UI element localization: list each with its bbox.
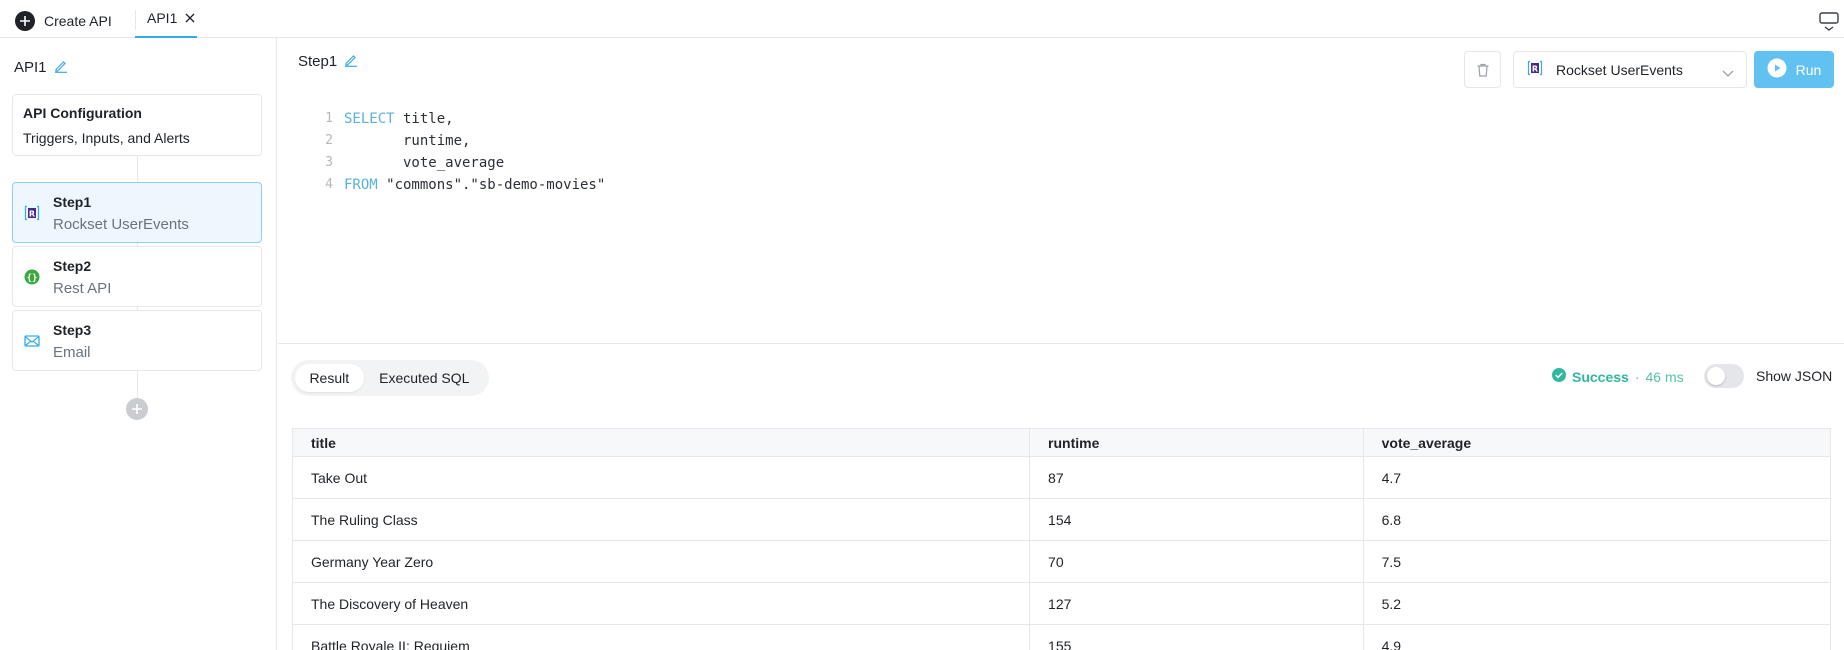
code-line: 3 vote_average <box>278 152 1278 174</box>
step-name: Step3 <box>53 322 92 338</box>
show-json-label: Show JSON <box>1756 368 1833 384</box>
table-cell: 155 <box>1030 625 1364 650</box>
run-status: Success · 46 ms <box>1552 368 1684 385</box>
line-number: 1 <box>325 111 333 126</box>
table-row[interactable]: Battle Royale II: Requiem 155 4.9 <box>293 625 1830 650</box>
table-row[interactable]: The Ruling Class 154 6.8 <box>293 499 1830 541</box>
sidebar-step-1[interactable]: R Step1 Rockset UserEvents <box>12 182 262 243</box>
status-text: Success <box>1572 368 1629 385</box>
tab-label: API1 <box>147 10 178 26</box>
step-source: Email <box>53 344 91 361</box>
plus-icon <box>15 11 35 31</box>
table-cell: 154 <box>1030 499 1364 540</box>
sidebar-step-3[interactable]: Step3 Email <box>12 310 262 371</box>
trash-icon <box>1477 63 1488 77</box>
sidebar: API1 API Configuration Triggers, Inputs,… <box>0 38 277 650</box>
close-icon[interactable] <box>184 12 196 24</box>
table-cell: Germany Year Zero <box>293 541 1031 582</box>
code-line: 4 FROM "commons"."sb-demo-movies" <box>278 174 1278 196</box>
panel-toggle-icon[interactable] <box>1818 10 1840 32</box>
table-row[interactable]: Germany Year Zero 70 7.5 <box>293 541 1830 583</box>
check-circle-icon <box>1552 368 1566 385</box>
code-text: title, <box>394 111 454 127</box>
chevron-down-icon <box>1722 65 1734 81</box>
rockset-icon: R <box>24 205 40 221</box>
show-json-toggle[interactable] <box>1704 364 1744 388</box>
result-tabs: Result Executed SQL <box>291 360 489 396</box>
svg-text:R: R <box>29 210 35 219</box>
connector-line <box>137 371 138 398</box>
tab-result[interactable]: Result <box>295 364 364 392</box>
status-duration: 46 ms <box>1645 368 1684 385</box>
play-icon <box>1767 58 1787 81</box>
table-cell: 87 <box>1030 457 1364 498</box>
code-line: 1 SELECT title, <box>278 108 1278 130</box>
run-button[interactable]: Run <box>1754 51 1834 88</box>
svg-text:{}: {} <box>27 273 38 283</box>
svg-text:R: R <box>1532 65 1538 74</box>
table-cell: 4.7 <box>1381 469 1402 486</box>
tab-executed-sql[interactable]: Executed SQL <box>364 364 485 392</box>
step-name: Step1 <box>53 194 92 210</box>
table-cell: 4.9 <box>1381 637 1402 650</box>
line-number: 3 <box>325 155 333 170</box>
add-step-button[interactable] <box>126 398 148 420</box>
step-name: Step2 <box>53 258 92 274</box>
code-text: vote_average <box>344 155 505 171</box>
table-cell: The Ruling Class <box>293 499 1031 540</box>
rockset-icon: R <box>1527 60 1543 79</box>
api-configuration-card[interactable]: API Configuration Triggers, Inputs, and … <box>12 94 262 156</box>
table-row[interactable]: The Discovery of Heaven 127 5.2 <box>293 583 1830 625</box>
create-api-label: Create API <box>44 13 112 29</box>
delete-step-button[interactable] <box>1464 51 1501 88</box>
api-configuration-title: API Configuration <box>23 105 142 121</box>
email-icon <box>24 333 40 349</box>
table-cell: 70 <box>1030 541 1364 582</box>
sql-editor[interactable]: 1 SELECT title, 2 runtime, 3 vote_averag… <box>278 108 1278 196</box>
tab-api1[interactable]: API1 <box>135 0 197 38</box>
code-line: 2 runtime, <box>278 130 1278 152</box>
step-source: Rest API <box>53 280 112 297</box>
table-cell: 5.2 <box>1381 595 1402 612</box>
status-separator: · <box>1634 368 1640 385</box>
step-source: Rockset UserEvents <box>53 216 189 233</box>
table-cell: Battle Royale II: Requiem <box>293 625 1031 650</box>
table-row[interactable]: Take Out 87 4.7 <box>293 457 1830 499</box>
data-source-select[interactable]: R Rockset UserEvents <box>1513 51 1747 88</box>
plus-icon <box>132 404 142 414</box>
table-cell: 6.8 <box>1381 511 1402 528</box>
top-bar: Create API API1 <box>0 0 1844 38</box>
line-number: 4 <box>325 177 333 192</box>
table-cell: 7.5 <box>1381 553 1402 570</box>
main-panel: Step1 R Rockset UserEvents Run 1 SELECT … <box>278 38 1844 650</box>
table-cell: The Discovery of Heaven <box>293 583 1031 624</box>
api-title-text: API1 <box>14 59 47 76</box>
rest-api-icon: {} <box>24 269 40 285</box>
column-header-title[interactable]: title <box>293 429 1031 456</box>
api-configuration-subtitle: Triggers, Inputs, and Alerts <box>23 130 190 146</box>
line-number: 2 <box>325 133 333 148</box>
data-source-label: Rockset UserEvents <box>1556 61 1683 78</box>
connector-line <box>137 156 138 182</box>
edit-pencil-icon[interactable] <box>344 53 358 70</box>
pane-divider[interactable] <box>278 343 1844 344</box>
sql-keyword: SELECT <box>344 111 395 127</box>
step-title: Step1 <box>298 53 358 70</box>
column-header-vote-average[interactable]: vote_average <box>1364 429 1830 456</box>
sidebar-step-2[interactable]: {} Step2 Rest API <box>12 246 262 307</box>
api-title: API1 <box>14 59 68 76</box>
table-cell: 127 <box>1030 583 1364 624</box>
code-text: runtime, <box>344 133 471 149</box>
code-text: "commons"."sb-demo-movies" <box>377 177 606 193</box>
results-table: title runtime vote_average Take Out 87 4… <box>292 428 1831 650</box>
toggle-knob <box>1707 367 1725 385</box>
column-header-runtime[interactable]: runtime <box>1030 429 1364 456</box>
edit-pencil-icon[interactable] <box>54 59 68 76</box>
sql-keyword: FROM <box>344 177 378 193</box>
create-api-button[interactable]: Create API <box>15 11 112 31</box>
step-title-text: Step1 <box>298 53 338 70</box>
table-cell: Take Out <box>293 457 1031 498</box>
table-header-row: title runtime vote_average <box>293 429 1830 457</box>
run-label: Run <box>1795 61 1822 78</box>
